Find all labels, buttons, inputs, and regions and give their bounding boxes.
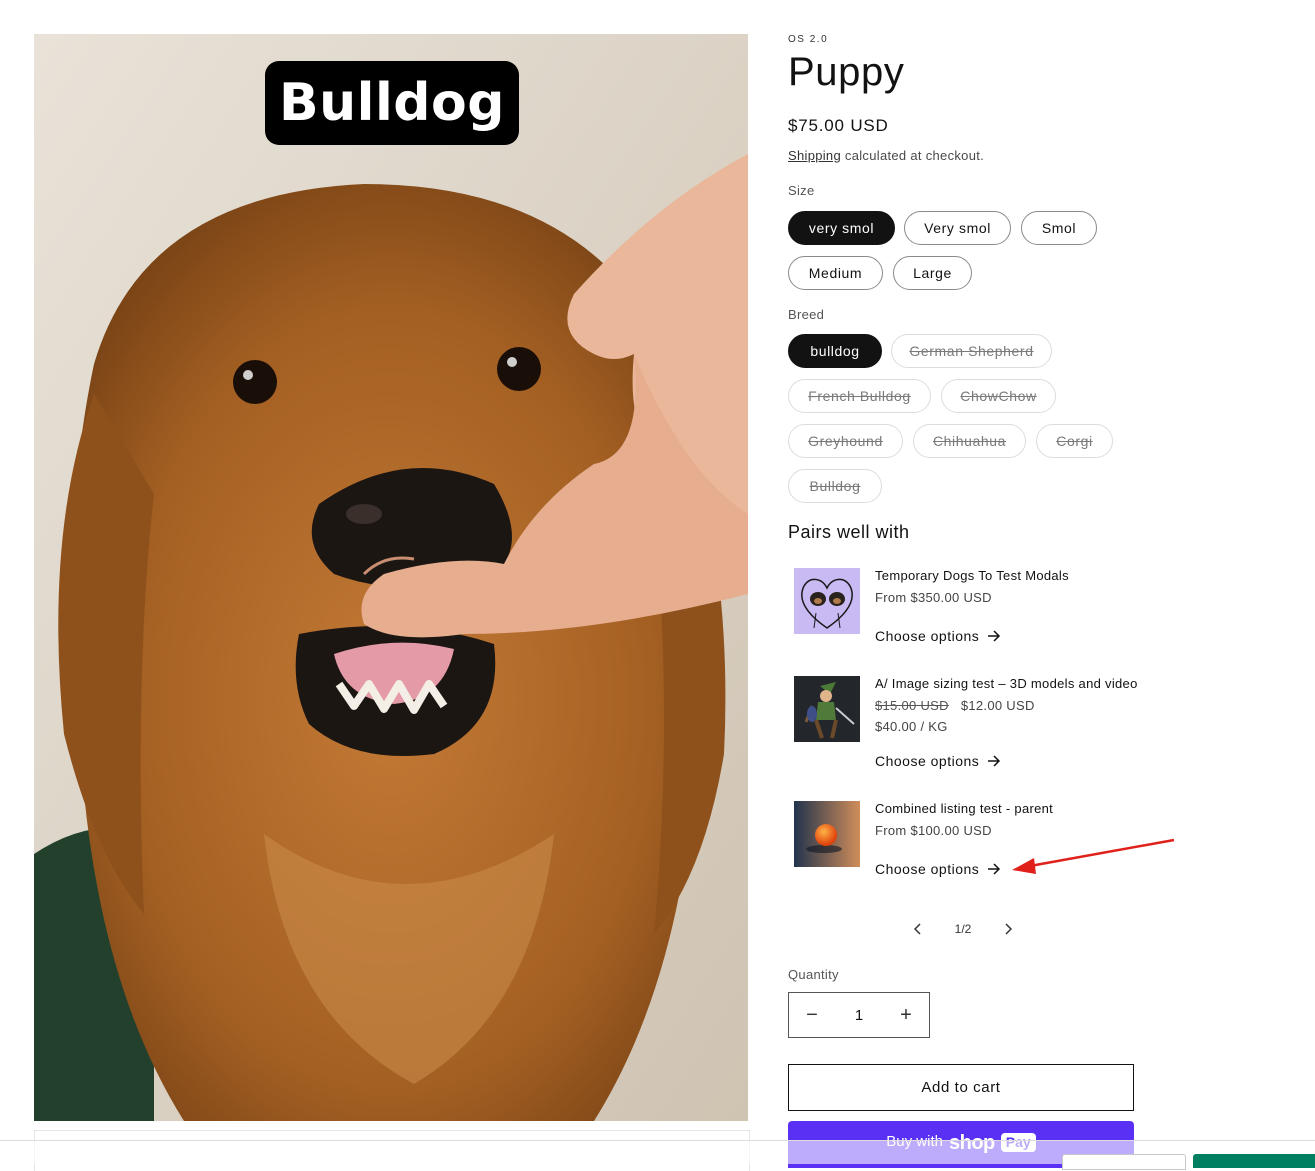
product-title: Puppy bbox=[788, 50, 905, 94]
bottom-secondary-button[interactable] bbox=[1062, 1154, 1186, 1170]
elf-warrior-image[interactable] bbox=[794, 676, 860, 742]
rec-3-choose-options-button[interactable]: Choose options bbox=[875, 861, 1001, 877]
bottom-primary-button[interactable] bbox=[1193, 1154, 1315, 1168]
breed-label: Breed bbox=[788, 307, 825, 322]
arrow-right-icon bbox=[988, 863, 1001, 875]
orange-ball-image[interactable] bbox=[794, 801, 860, 867]
arrow-right-icon bbox=[988, 755, 1001, 767]
size-option-smol[interactable]: Smol bbox=[1021, 211, 1097, 245]
rec-2-unit-price: $40.00 / KG bbox=[875, 719, 948, 734]
dogs-heart-image[interactable] bbox=[794, 568, 860, 634]
pairs-heading: Pairs well with bbox=[788, 522, 910, 542]
breed-option-chihuahua[interactable]: Chihuahua bbox=[913, 424, 1026, 458]
breed-option-german-shepherd[interactable]: German Shepherd bbox=[891, 334, 1052, 368]
rec-1-title[interactable]: Temporary Dogs To Test Modals bbox=[875, 568, 1069, 583]
elf-warrior-icon bbox=[804, 682, 855, 739]
shipping-note: Shipping calculated at checkout. bbox=[788, 148, 984, 163]
size-option-medium[interactable]: Medium bbox=[788, 256, 883, 290]
chevron-right-icon bbox=[1005, 923, 1012, 935]
rec-2-price: $15.00 USD $12.00 USD bbox=[875, 698, 1035, 713]
quantity-decrease-button[interactable]: − bbox=[789, 992, 835, 1038]
rec-2-title[interactable]: A/ Image sizing test – 3D models and vid… bbox=[875, 676, 1138, 691]
rec-1-price: From $350.00 USD bbox=[875, 590, 992, 605]
product-media[interactable]: Bulldog bbox=[34, 34, 748, 1121]
breed-option-chowchow[interactable]: ChowChow bbox=[941, 379, 1056, 413]
breed-option-bulldog[interactable]: bulldog bbox=[788, 334, 882, 368]
shipping-text: calculated at checkout. bbox=[841, 148, 985, 163]
pager-total: 2 bbox=[964, 922, 972, 936]
pager-previous-button[interactable] bbox=[908, 919, 928, 939]
rec-1-cta-label: Choose options bbox=[875, 628, 980, 644]
shipping-link[interactable]: Shipping bbox=[788, 148, 841, 163]
rec-3-price: From $100.00 USD bbox=[875, 823, 992, 838]
rec-1-choose-options-button[interactable]: Choose options bbox=[875, 628, 1001, 644]
rec-2-choose-options-button[interactable]: Choose options bbox=[875, 753, 1001, 769]
product-price: $75.00 USD bbox=[788, 116, 889, 135]
annotation-arrow-icon bbox=[1012, 838, 1175, 874]
quantity-input[interactable] bbox=[837, 1005, 881, 1025]
quantity-label: Quantity bbox=[788, 967, 839, 982]
rec-3-cta-label: Choose options bbox=[875, 861, 980, 877]
quantity-increase-button[interactable]: + bbox=[883, 992, 929, 1038]
pager-next-button[interactable] bbox=[998, 919, 1018, 939]
pager-status: 1/2 bbox=[955, 922, 972, 936]
dogs-heart-icon bbox=[801, 578, 853, 629]
size-label: Size bbox=[788, 183, 815, 198]
rec-3-title[interactable]: Combined listing test - parent bbox=[875, 801, 1053, 816]
chevron-left-icon bbox=[914, 923, 921, 935]
recommendations-pager: 1/2 bbox=[908, 918, 1018, 940]
product-vendor: OS 2.0 bbox=[788, 34, 829, 45]
breed-option-greyhound[interactable]: Greyhound bbox=[788, 424, 903, 458]
size-option-very-smol[interactable]: very smol bbox=[788, 211, 895, 245]
size-option-large[interactable]: Large bbox=[893, 256, 972, 290]
rec-2-cta-label: Choose options bbox=[875, 753, 980, 769]
breed-option-bulldog-2[interactable]: Bulldog bbox=[788, 469, 882, 503]
rec-2-sale-price: $12.00 USD bbox=[960, 698, 1035, 713]
add-to-cart-button[interactable]: Add to cart bbox=[788, 1064, 1134, 1111]
orange-ball-icon bbox=[794, 801, 860, 867]
quantity-stepper: − + bbox=[788, 992, 930, 1038]
breed-option-french-bulldog[interactable]: French Bulldog bbox=[788, 379, 931, 413]
rec-2-compare-price: $15.00 USD bbox=[875, 698, 949, 713]
product-photo bbox=[34, 34, 748, 1121]
media-caption-badge: Bulldog bbox=[265, 61, 519, 145]
breed-option-corgi[interactable]: Corgi bbox=[1036, 424, 1113, 458]
arrow-right-icon bbox=[988, 630, 1001, 642]
size-option-very-smol-2[interactable]: Very smol bbox=[904, 211, 1011, 245]
